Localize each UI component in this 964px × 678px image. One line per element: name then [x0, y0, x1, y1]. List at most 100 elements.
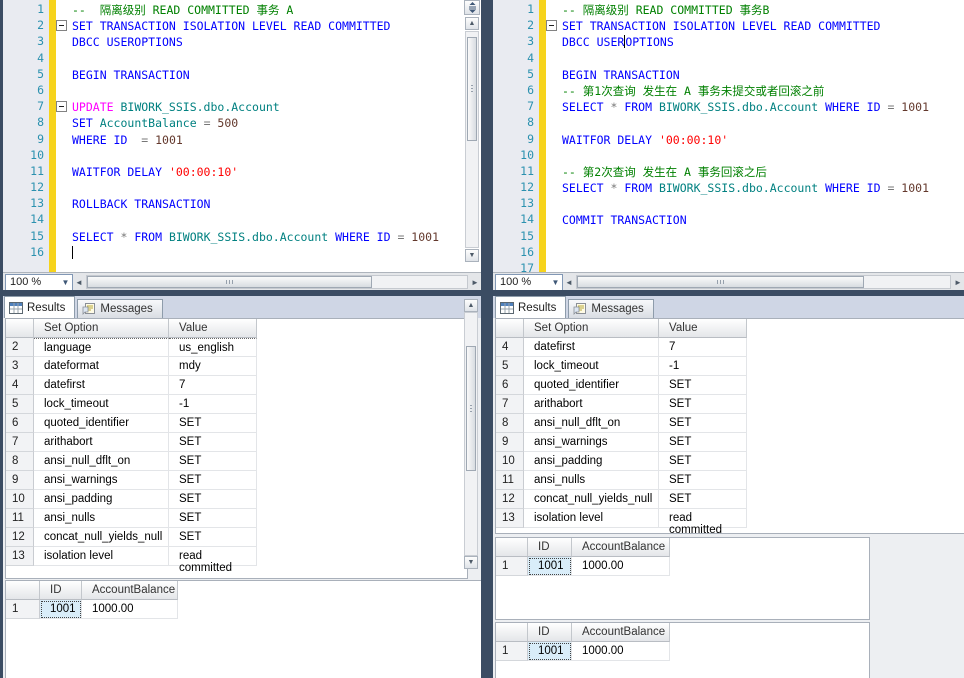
editor-horizontal-scrollbar[interactable] [86, 275, 468, 289]
code-area[interactable]: -- 隔离级别 READ COMMITTED 事务BSET TRANSACTIO… [546, 0, 964, 272]
table-cell[interactable]: SET [169, 528, 257, 547]
table-cell[interactable]: isolation level [34, 547, 169, 566]
code-line[interactable] [56, 212, 464, 228]
table-cell[interactable]: isolation level [524, 509, 659, 528]
table-cell[interactable]: SET [659, 395, 747, 414]
code-line[interactable] [546, 245, 964, 261]
table-cell[interactable]: 1001 [528, 642, 572, 661]
code-line[interactable]: DBCC USEROPTIONS [56, 34, 464, 50]
table-cell[interactable]: 1000.00 [572, 557, 670, 576]
zoom-control[interactable]: 100 % ▼ [495, 274, 563, 291]
row-number-cell[interactable]: 4 [496, 338, 524, 357]
row-number-cell[interactable]: 10 [496, 452, 524, 471]
editor-horizontal-scrollbar[interactable] [576, 275, 951, 289]
code-line[interactable] [56, 83, 464, 99]
fold-collapse-icon[interactable] [546, 20, 557, 31]
row-number-cell[interactable]: 12 [496, 490, 524, 509]
row-number-cell[interactable]: 11 [496, 471, 524, 490]
row-number-cell[interactable]: 1 [6, 600, 40, 619]
column-header[interactable]: Value [169, 319, 257, 338]
table-cell[interactable]: SET [169, 509, 257, 528]
code-line[interactable] [546, 51, 964, 67]
fold-collapse-icon[interactable] [56, 20, 67, 31]
row-number-cell[interactable]: 7 [6, 433, 34, 452]
code-line[interactable]: -- 隔离级别 READ COMMITTED 事务B [546, 2, 964, 18]
tab-messages[interactable]: Messages [568, 299, 653, 318]
code-line[interactable]: BEGIN TRANSACTION [56, 67, 464, 83]
table-cell[interactable]: quoted_identifier [34, 414, 169, 433]
table-cell[interactable]: arithabort [34, 433, 169, 452]
code-line[interactable]: SET TRANSACTION ISOLATION LEVEL READ COM… [56, 18, 464, 34]
row-number-cell[interactable]: 10 [6, 490, 34, 509]
zoom-control[interactable]: 100 % ▼ [5, 274, 73, 291]
scroll-right-arrow[interactable]: ► [469, 278, 481, 287]
row-number-cell[interactable]: 9 [6, 471, 34, 490]
code-line[interactable]: SELECT * FROM BIWORK_SSIS.dbo.Account WH… [546, 99, 964, 115]
table-cell[interactable]: SET [169, 433, 257, 452]
row-number-cell[interactable]: 1 [496, 642, 528, 661]
table-cell[interactable]: SET [659, 490, 747, 509]
account-grid[interactable]: IDAccountBalance 110011000.00 [5, 580, 484, 678]
splitter-handle-icon[interactable] [464, 0, 480, 15]
column-header[interactable]: AccountBalance [82, 581, 178, 600]
table-cell[interactable]: mdy [169, 357, 257, 376]
row-number-cell[interactable]: 8 [6, 452, 34, 471]
table-cell[interactable]: ansi_null_dflt_on [524, 414, 659, 433]
scroll-left-arrow[interactable]: ◄ [563, 278, 575, 287]
scroll-track[interactable] [465, 31, 479, 248]
scroll-thumb[interactable] [466, 346, 476, 471]
column-header[interactable]: Value [659, 319, 747, 338]
row-number-cell[interactable]: 6 [6, 414, 34, 433]
scroll-left-arrow[interactable]: ◄ [73, 278, 85, 287]
code-line[interactable]: SET AccountBalance = 500 [56, 115, 464, 131]
code-line[interactable] [56, 148, 464, 164]
scroll-down-arrow[interactable]: ▼ [465, 249, 479, 262]
grid-vertical-scrollbar[interactable]: ▲ ▼ [463, 299, 479, 569]
row-number-cell[interactable]: 4 [6, 376, 34, 395]
table-cell[interactable]: SET [659, 452, 747, 471]
code-line[interactable]: SET TRANSACTION ISOLATION LEVEL READ COM… [546, 18, 964, 34]
table-cell[interactable]: read committed [659, 509, 747, 528]
code-line[interactable]: ROLLBACK TRANSACTION [56, 196, 464, 212]
table-cell[interactable]: 7 [169, 376, 257, 395]
table-cell[interactable]: lock_timeout [34, 395, 169, 414]
code-line[interactable]: COMMIT TRANSACTION [546, 212, 964, 228]
code-line[interactable]: -- 第1次查询 发生在 A 事务未提交或者回滚之前 [546, 83, 964, 99]
table-cell[interactable]: SET [659, 433, 747, 452]
code-line[interactable] [546, 229, 964, 245]
table-cell[interactable]: ansi_warnings [524, 433, 659, 452]
table-cell[interactable]: lock_timeout [524, 357, 659, 376]
useroptions-grid[interactable]: Set OptionValue2languageus_english3datef… [5, 318, 468, 579]
row-number-cell[interactable]: 6 [496, 376, 524, 395]
table-cell[interactable]: 1001 [528, 557, 572, 576]
table-cell[interactable]: concat_null_yields_null [34, 528, 169, 547]
column-header[interactable]: ID [40, 581, 82, 600]
column-header[interactable]: ID [528, 623, 572, 642]
table-cell[interactable]: -1 [659, 357, 747, 376]
code-editor-left[interactable]: 12345678910111213141516 -- 隔离级别 READ COM… [0, 0, 481, 272]
scroll-up-arrow[interactable]: ▲ [464, 299, 478, 312]
row-number-cell[interactable]: 2 [6, 338, 34, 357]
table-cell[interactable]: language [34, 338, 169, 357]
code-line[interactable]: SELECT * FROM BIWORK_SSIS.dbo.Account WH… [546, 180, 964, 196]
column-header[interactable]: ID [528, 538, 572, 557]
code-line[interactable]: -- 第2次查询 发生在 A 事务回滚之后 [546, 164, 964, 180]
scroll-down-arrow[interactable]: ▼ [464, 556, 478, 569]
table-cell[interactable]: read committed [169, 547, 257, 566]
table-cell[interactable]: ansi_null_dflt_on [34, 452, 169, 471]
column-header[interactable]: Set Option [524, 319, 659, 338]
row-number-cell[interactable]: 9 [496, 433, 524, 452]
table-cell[interactable]: 1001 [40, 600, 82, 619]
table-cell[interactable]: 1000.00 [82, 600, 178, 619]
code-line[interactable] [546, 115, 964, 131]
table-cell[interactable]: ansi_nulls [34, 509, 169, 528]
grid-corner-cell[interactable] [496, 319, 524, 338]
scroll-track[interactable] [464, 312, 478, 556]
row-number-cell[interactable]: 7 [496, 395, 524, 414]
table-cell[interactable]: SET [169, 452, 257, 471]
row-number-cell[interactable]: 1 [496, 557, 528, 576]
code-line[interactable]: DBCC USEROPTIONS [546, 34, 964, 50]
table-cell[interactable]: quoted_identifier [524, 376, 659, 395]
table-cell[interactable]: dateformat [34, 357, 169, 376]
code-line[interactable]: BEGIN TRANSACTION [546, 67, 964, 83]
